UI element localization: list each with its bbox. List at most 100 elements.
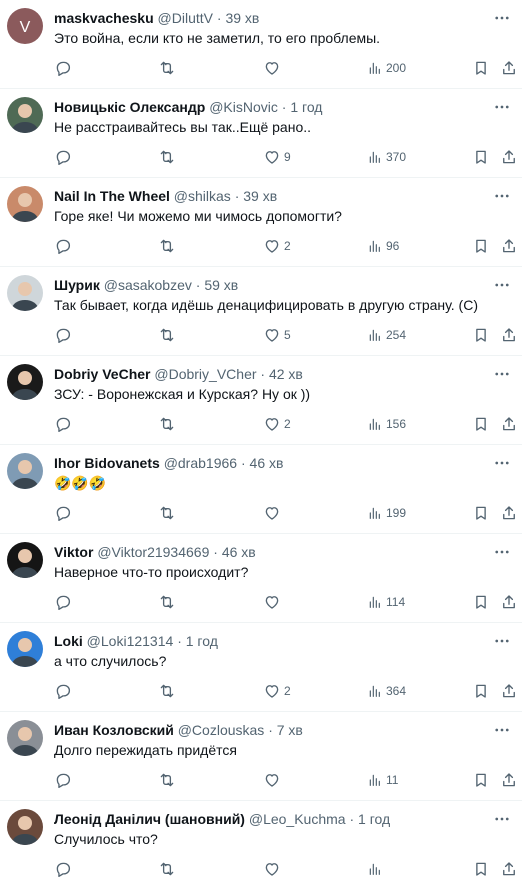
- more-options-icon[interactable]: [492, 8, 512, 28]
- avatar[interactable]: [7, 720, 43, 756]
- reply-button[interactable]: [54, 681, 75, 701]
- avatar[interactable]: [7, 275, 43, 311]
- more-options-icon[interactable]: [492, 809, 512, 829]
- reply-button[interactable]: [54, 859, 75, 879]
- reply-tweet[interactable]: V maskvachesku @DiluttV · 39 хв Это войн…: [0, 0, 522, 89]
- views-button[interactable]: 370: [367, 147, 406, 167]
- bookmark-button[interactable]: [472, 770, 490, 790]
- share-button[interactable]: [500, 592, 518, 612]
- share-button[interactable]: [500, 147, 518, 167]
- bookmark-button[interactable]: [472, 325, 490, 345]
- author-name[interactable]: Иван Козловский: [54, 722, 174, 738]
- reply-tweet[interactable]: Dobriy VeCher @Dobriy_VCher · 42 хв ЗСУ:…: [0, 356, 522, 445]
- like-button[interactable]: [263, 770, 284, 790]
- like-button[interactable]: [263, 859, 284, 879]
- timestamp[interactable]: 1 год: [290, 99, 322, 115]
- author-handle[interactable]: @shilkas: [174, 188, 231, 204]
- retweet-button[interactable]: [158, 236, 179, 256]
- avatar[interactable]: [7, 809, 43, 845]
- retweet-button[interactable]: [158, 58, 179, 78]
- share-button[interactable]: [500, 236, 518, 256]
- author-name[interactable]: Новицькіс Олександр: [54, 99, 205, 115]
- bookmark-button[interactable]: [472, 592, 490, 612]
- avatar[interactable]: [7, 631, 43, 667]
- author-name[interactable]: Шурик: [54, 277, 100, 293]
- author-name[interactable]: Dobriy VeCher: [54, 366, 150, 382]
- author-name[interactable]: Nail In The Wheel: [54, 188, 170, 204]
- timestamp[interactable]: 46 хв: [222, 544, 256, 560]
- reply-button[interactable]: [54, 592, 75, 612]
- reply-tweet[interactable]: Шурик @sasakobzev · 59 хв Так бывает, ко…: [0, 267, 522, 356]
- retweet-button[interactable]: [158, 325, 179, 345]
- share-button[interactable]: [500, 414, 518, 434]
- like-button[interactable]: [263, 503, 284, 523]
- share-button[interactable]: [500, 325, 518, 345]
- retweet-button[interactable]: [158, 503, 179, 523]
- avatar[interactable]: [7, 186, 43, 222]
- more-options-icon[interactable]: [492, 186, 512, 206]
- views-button[interactable]: 199: [367, 503, 406, 523]
- reply-tweet[interactable]: Новицькіс Олександр @KisNovic · 1 год Не…: [0, 89, 522, 178]
- avatar[interactable]: [7, 453, 43, 489]
- author-name[interactable]: Леонід Данілич (шановний): [54, 811, 245, 827]
- share-button[interactable]: [500, 770, 518, 790]
- reply-tweet[interactable]: Иван Козловский @Cozlouskas · 7 хв Долго…: [0, 712, 522, 801]
- bookmark-button[interactable]: [472, 236, 490, 256]
- bookmark-button[interactable]: [472, 681, 490, 701]
- share-button[interactable]: [500, 58, 518, 78]
- timestamp[interactable]: 42 хв: [269, 366, 303, 382]
- reply-button[interactable]: [54, 770, 75, 790]
- bookmark-button[interactable]: [472, 58, 490, 78]
- like-button[interactable]: [263, 592, 284, 612]
- reply-tweet[interactable]: Ihor Bidovanets @drab1966 · 46 хв 🤣🤣🤣 19…: [0, 445, 522, 534]
- author-handle[interactable]: @DiluttV: [158, 10, 213, 26]
- reply-tweet[interactable]: Nail In The Wheel @shilkas · 39 хв Горе …: [0, 178, 522, 267]
- author-name[interactable]: maskvachesku: [54, 10, 154, 26]
- timestamp[interactable]: 1 год: [358, 811, 390, 827]
- avatar[interactable]: V: [7, 8, 43, 44]
- reply-tweet[interactable]: Леонід Данілич (шановний) @Leo_Kuchma · …: [0, 801, 522, 890]
- avatar[interactable]: [7, 97, 43, 133]
- bookmark-button[interactable]: [472, 859, 490, 879]
- timestamp[interactable]: 39 хв: [225, 10, 259, 26]
- author-handle[interactable]: @KisNovic: [209, 99, 278, 115]
- more-options-icon[interactable]: [492, 542, 512, 562]
- timestamp[interactable]: 39 хв: [243, 188, 277, 204]
- more-options-icon[interactable]: [492, 97, 512, 117]
- retweet-button[interactable]: [158, 681, 179, 701]
- share-button[interactable]: [500, 859, 518, 879]
- bookmark-button[interactable]: [472, 147, 490, 167]
- views-button[interactable]: 200: [367, 58, 406, 78]
- share-button[interactable]: [500, 503, 518, 523]
- like-button[interactable]: 9: [263, 147, 291, 167]
- author-name[interactable]: Loki: [54, 633, 83, 649]
- more-options-icon[interactable]: [492, 720, 512, 740]
- reply-button[interactable]: [54, 147, 75, 167]
- bookmark-button[interactable]: [472, 503, 490, 523]
- retweet-button[interactable]: [158, 770, 179, 790]
- like-button[interactable]: 2: [263, 414, 291, 434]
- retweet-button[interactable]: [158, 592, 179, 612]
- author-handle[interactable]: @Viktor21934669: [97, 544, 209, 560]
- reply-button[interactable]: [54, 414, 75, 434]
- views-button[interactable]: 96: [367, 236, 399, 256]
- reply-button[interactable]: [54, 236, 75, 256]
- more-options-icon[interactable]: [492, 631, 512, 651]
- retweet-button[interactable]: [158, 414, 179, 434]
- author-handle[interactable]: @sasakobzev: [104, 277, 192, 293]
- timestamp[interactable]: 1 год: [186, 633, 218, 649]
- retweet-button[interactable]: [158, 859, 179, 879]
- bookmark-button[interactable]: [472, 414, 490, 434]
- author-handle[interactable]: @drab1966: [164, 455, 237, 471]
- like-button[interactable]: 2: [263, 236, 291, 256]
- timestamp[interactable]: 59 хв: [204, 277, 238, 293]
- reply-tweet[interactable]: Loki @Loki121314 · 1 год а что случилось…: [0, 623, 522, 712]
- reply-tweet[interactable]: Viktor @Viktor21934669 · 46 хв Наверное …: [0, 534, 522, 623]
- author-name[interactable]: Ihor Bidovanets: [54, 455, 160, 471]
- reply-button[interactable]: [54, 58, 75, 78]
- like-button[interactable]: 2: [263, 681, 291, 701]
- views-button[interactable]: 114: [367, 592, 405, 612]
- timestamp[interactable]: 46 хв: [250, 455, 284, 471]
- like-button[interactable]: [263, 58, 284, 78]
- author-handle[interactable]: @Loki121314: [87, 633, 174, 649]
